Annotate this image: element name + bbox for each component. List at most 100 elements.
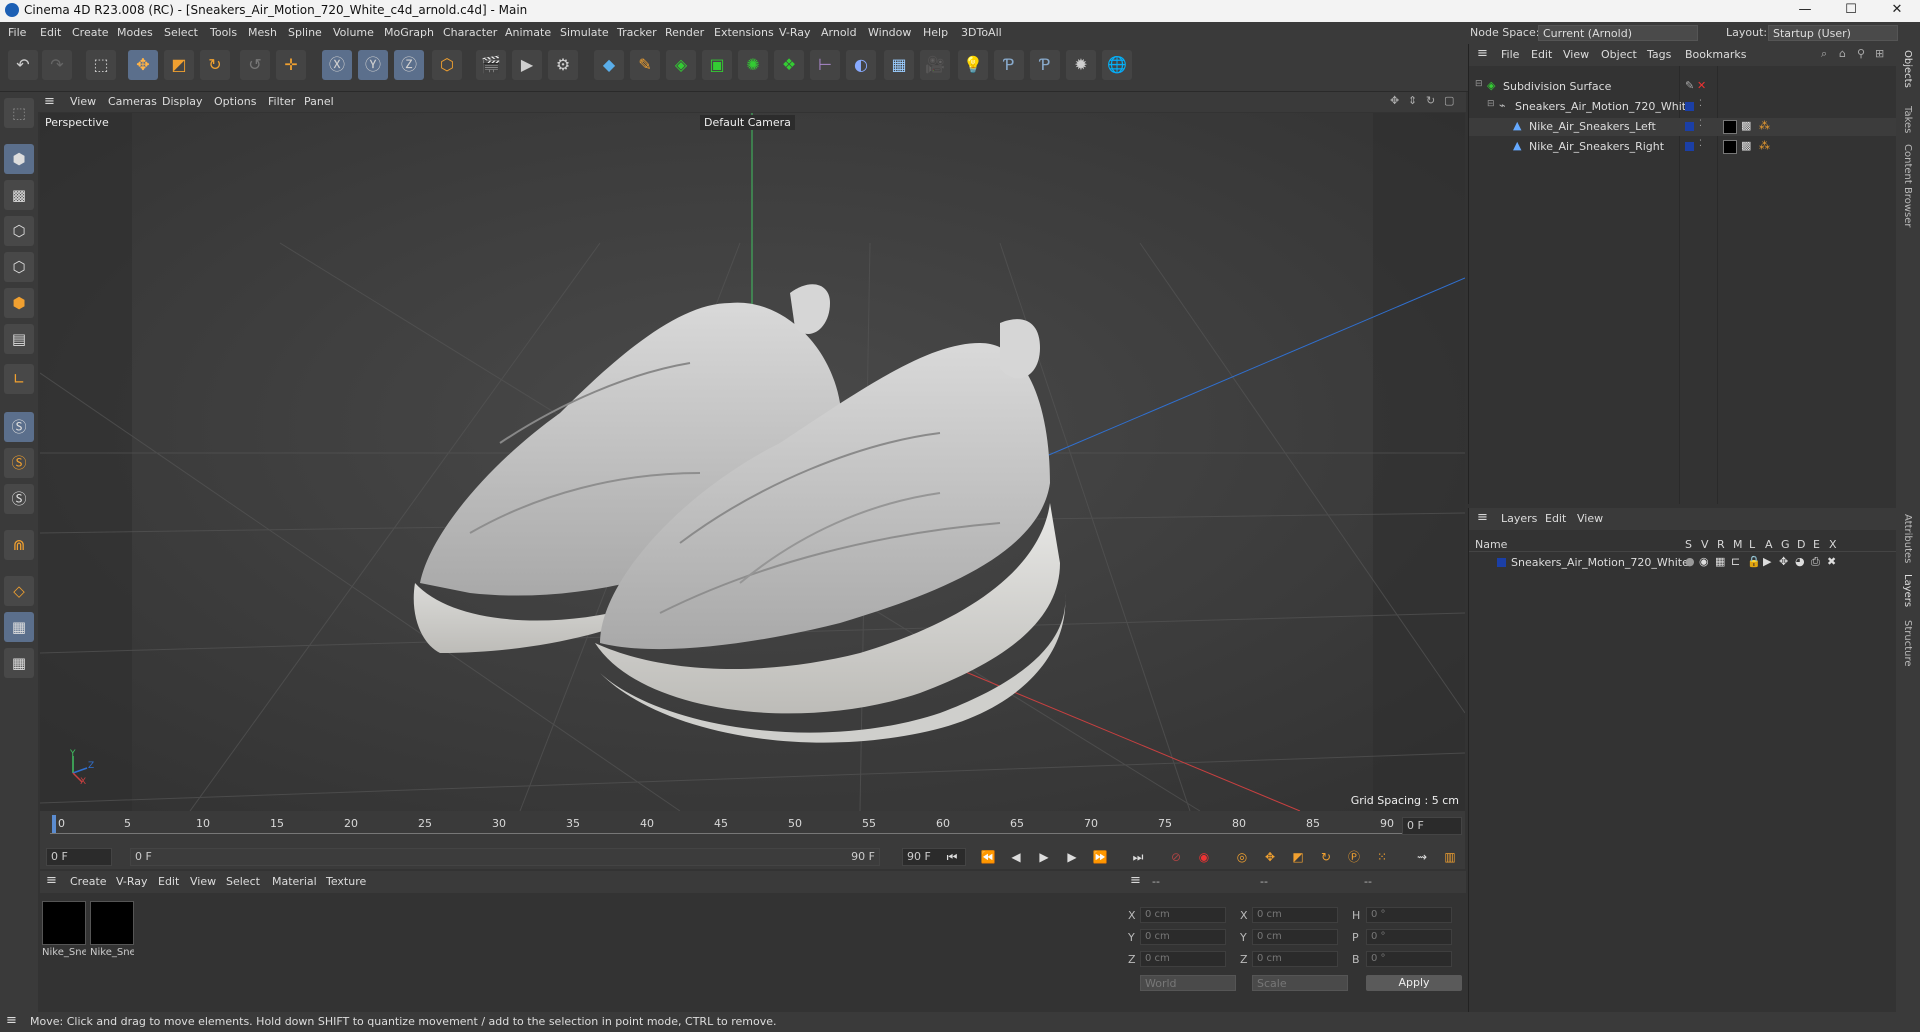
menu-vray[interactable]: V-Ray [779, 26, 811, 39]
object-menu-edit[interactable]: Edit [1531, 48, 1552, 61]
menu-tracker[interactable]: Tracker [617, 26, 657, 39]
key-position-icon[interactable]: ✥ [1260, 848, 1280, 866]
menu-file[interactable]: File [8, 26, 26, 39]
coordinate-system-icon[interactable]: ⬡ [432, 50, 462, 80]
tab-objects[interactable]: Objects [1902, 50, 1913, 88]
expressions-icon[interactable]: ⎙ [1811, 555, 1820, 569]
go-to-end-icon[interactable]: ⏭ [1128, 848, 1148, 866]
node-space-dropdown[interactable]: Current (Arnold) [1538, 25, 1698, 41]
key-parameter-icon[interactable]: Ⓟ [1344, 848, 1364, 866]
tab-structure[interactable]: Structure [1902, 620, 1913, 667]
object-menu-file[interactable]: File [1501, 48, 1519, 61]
menu-simulate[interactable]: Simulate [560, 26, 609, 39]
object-menu-object[interactable]: Object [1601, 48, 1637, 61]
viewport-menu-panel[interactable]: Panel [304, 95, 334, 108]
visibility-dots-icon[interactable]: ⁚ [1699, 99, 1702, 109]
play-icon[interactable]: ▶ [1034, 848, 1054, 866]
rotate-tool-icon[interactable]: ↻ [200, 50, 230, 80]
menu-window[interactable]: Window [868, 26, 911, 39]
viewport-menu-options[interactable]: Options [214, 95, 256, 108]
key-rotation-icon[interactable]: ↻ [1316, 848, 1336, 866]
coordinate-space-dropdown[interactable]: World [1140, 975, 1236, 991]
subdivision-surface-icon[interactable]: ◈ [666, 50, 696, 80]
timeline-ruler[interactable]: 0 5 10 15 20 25 30 35 40 45 50 55 60 65 … [40, 811, 1465, 845]
undo-icon[interactable]: ↶ [8, 50, 38, 80]
rotation-p-field[interactable]: 0 ° [1366, 929, 1452, 945]
viewport-menu-filter[interactable]: Filter [268, 95, 295, 108]
layout-dropdown[interactable]: Startup (User) [1768, 25, 1898, 41]
viewport-menu-cameras[interactable]: Cameras [108, 95, 157, 108]
python-icon[interactable]: Ƥ [994, 50, 1024, 80]
object-menu-view[interactable]: View [1563, 48, 1589, 61]
deformer-icon[interactable]: ⊢ [810, 50, 840, 80]
size-z-field[interactable]: 0 cm [1252, 951, 1338, 967]
texture-tag-icon[interactable]: ▩ [1741, 139, 1751, 152]
render-settings-icon[interactable]: ⚙ [548, 50, 578, 80]
menu-mesh[interactable]: Mesh [248, 26, 277, 39]
material-tag-icon[interactable] [1723, 120, 1737, 134]
menu-arnold[interactable]: Arnold [821, 26, 857, 39]
maximize-button[interactable]: ☐ [1828, 0, 1874, 22]
lock-icon[interactable]: 🔒 [1747, 555, 1761, 568]
object-home-icon[interactable]: ⌂ [1839, 47, 1846, 60]
render-icon[interactable]: ▦ [1715, 555, 1725, 568]
menu-modes[interactable]: Modes [117, 26, 153, 39]
viewport-maximize-icon[interactable]: ▢ [1444, 94, 1454, 107]
magnet-icon[interactable]: ⋒ [4, 530, 34, 560]
status-hamburger-icon[interactable]: ≡ [6, 1013, 17, 1028]
menu-select[interactable]: Select [164, 26, 198, 39]
arnold-tag-icon[interactable]: ⁂ [1759, 119, 1770, 132]
material-menu-texture[interactable]: Texture [326, 875, 366, 888]
layer-menu-edit[interactable]: Edit [1545, 512, 1566, 525]
minimize-button[interactable]: — [1782, 0, 1828, 22]
material-menu-select[interactable]: Select [226, 875, 260, 888]
menu-character[interactable]: Character [443, 26, 497, 39]
menu-create[interactable]: Create [72, 26, 109, 39]
manager-icon[interactable]: ⊏ [1731, 555, 1740, 568]
layer-hamburger-icon[interactable]: ≡ [1477, 510, 1488, 525]
viewport-zoom-icon[interactable]: ⇕ [1408, 94, 1417, 107]
menu-mograph[interactable]: MoGraph [384, 26, 434, 39]
apply-button[interactable]: Apply [1366, 975, 1462, 991]
snap-s3-icon[interactable]: Ⓢ [4, 484, 34, 514]
object-search-icon[interactable]: ⌕ [1821, 47, 1827, 61]
light-icon[interactable]: 💡 [958, 50, 988, 80]
coordinate-mode-dropdown[interactable]: Scale [1252, 975, 1348, 991]
menu-3dtoall[interactable]: 3DToAll [961, 26, 1002, 39]
z-axis-lock-icon[interactable]: Ⓩ [394, 50, 424, 80]
material-menu-edit[interactable]: Edit [158, 875, 179, 888]
timeline-window-icon[interactable]: ▥ [1440, 848, 1460, 866]
next-key-icon[interactable]: ⏩ [1090, 848, 1110, 866]
rotation-h-field[interactable]: 0 ° [1366, 907, 1452, 923]
material-menu-view[interactable]: View [190, 875, 216, 888]
menu-tools[interactable]: Tools [210, 26, 237, 39]
menu-edit[interactable]: Edit [40, 26, 61, 39]
render-view-icon[interactable]: ▶ [512, 50, 542, 80]
material-tag-icon[interactable] [1723, 140, 1737, 154]
solo-icon[interactable]: ● [1685, 555, 1695, 568]
layer-color-swatch[interactable] [1497, 558, 1506, 567]
cloner-icon[interactable]: ✺ [738, 50, 768, 80]
extrude-icon[interactable]: ▣ [702, 50, 732, 80]
locked-workplane-icon[interactable]: ▦ [4, 648, 34, 678]
model-mode-icon[interactable]: ⬚ [4, 98, 34, 128]
live-selection-icon[interactable]: ⬚ [86, 50, 116, 80]
floor-icon[interactable]: ▦ [884, 50, 914, 80]
tab-content-browser[interactable]: Content Browser [1902, 144, 1913, 227]
move-tool-icon[interactable]: ✥ [128, 50, 158, 80]
arnold-tag-icon[interactable]: ⁂ [1759, 139, 1770, 152]
edit-check-icon[interactable]: ✎ [1685, 79, 1694, 92]
redo-icon[interactable]: ↷ [42, 50, 72, 80]
layer-color-swatch[interactable] [1685, 102, 1694, 111]
texture-mode-icon[interactable]: ▩ [4, 180, 34, 210]
render-region-icon[interactable]: 🎬 [476, 50, 506, 80]
arnold-settings-icon[interactable]: ✹ [1066, 50, 1096, 80]
hamburger-icon[interactable]: ≡ [44, 94, 55, 109]
object-menu-bookmarks[interactable]: Bookmarks [1685, 48, 1746, 61]
camera-label[interactable]: Default Camera [700, 115, 795, 130]
material-menu-vray[interactable]: V-Ray [116, 875, 148, 888]
timeline-playhead[interactable] [52, 815, 56, 833]
viewport-menu-display[interactable]: Display [162, 95, 203, 108]
menu-render[interactable]: Render [665, 26, 704, 39]
material-hamburger-icon[interactable]: ≡ [46, 873, 57, 888]
